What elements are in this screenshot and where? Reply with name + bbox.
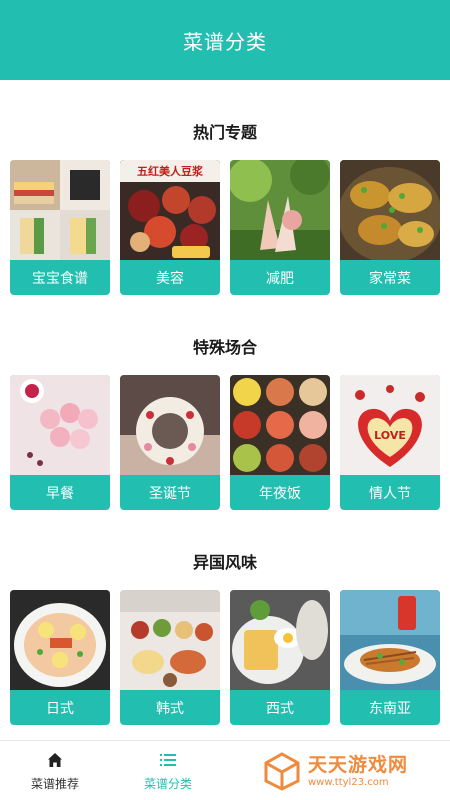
category-label: 韩式 bbox=[156, 700, 184, 717]
page-title: 菜谱分类 bbox=[183, 29, 267, 54]
category-label: 家常菜 bbox=[369, 270, 411, 287]
watermark-logo-icon bbox=[264, 752, 300, 791]
app-header: 菜谱分类 bbox=[0, 0, 450, 80]
sandwich-photo bbox=[10, 160, 110, 260]
category-label: 减肥 bbox=[266, 270, 294, 287]
category-card-valentines[interactable]: LOVE 情人节 bbox=[340, 375, 440, 510]
category-grid-foreign-cuisine: 日式 韩式 西式 东南亚 bbox=[10, 590, 440, 725]
red-beans-photo: 五红美人豆浆 bbox=[120, 160, 220, 260]
category-card-baby-food[interactable]: 宝宝食谱 bbox=[10, 160, 110, 295]
category-card-korean[interactable]: 韩式 bbox=[120, 590, 220, 725]
category-card-new-year-eve[interactable]: 年夜饭 bbox=[230, 375, 330, 510]
category-card-western[interactable]: 西式 bbox=[230, 590, 330, 725]
watermark-url: www.ttyl23.com bbox=[308, 776, 389, 788]
category-card-southeast-asian[interactable]: 东南亚 bbox=[340, 590, 440, 725]
home-icon bbox=[48, 752, 62, 767]
category-card-breakfast[interactable]: 早餐 bbox=[10, 375, 110, 510]
fried-dish-photo bbox=[340, 160, 440, 260]
photo-overlay-text: 五红美人豆浆 bbox=[137, 164, 204, 178]
category-label: 东南亚 bbox=[369, 700, 411, 717]
wreath-cookie-photo bbox=[120, 375, 220, 475]
category-label: 美容 bbox=[156, 270, 184, 287]
category-grid-hot-topics: 宝宝食谱 五红美人豆浆 美容 减肥 家常菜 bbox=[10, 160, 440, 295]
tab-label: 菜谱分类 bbox=[143, 776, 192, 791]
pink-buns-photo bbox=[10, 375, 110, 475]
category-card-diet[interactable]: 减肥 bbox=[230, 160, 330, 295]
category-label: 圣诞节 bbox=[149, 485, 191, 502]
tab-label: 菜谱推荐 bbox=[30, 776, 79, 791]
western-breakfast-photo bbox=[230, 590, 330, 690]
section-title-special-occasions: 特殊场合 bbox=[192, 338, 257, 357]
category-card-beauty[interactable]: 五红美人豆浆 美容 bbox=[120, 160, 220, 295]
category-label: 早餐 bbox=[46, 485, 74, 502]
korean-table-photo bbox=[120, 590, 220, 690]
section-title-foreign-cuisine: 异国风味 bbox=[192, 553, 257, 572]
site-watermark: 天天游戏网 www.ttyl23.com bbox=[262, 748, 442, 794]
watermark-title: 天天游戏网 bbox=[308, 753, 409, 776]
noodle-bowl-photo bbox=[10, 590, 110, 690]
category-label: 西式 bbox=[266, 700, 294, 717]
category-label: 宝宝食谱 bbox=[32, 270, 88, 287]
category-card-home-cooking[interactable]: 家常菜 bbox=[340, 160, 440, 295]
love-petals-photo: LOVE bbox=[340, 375, 440, 475]
category-grid-special-occasions: 早餐 圣诞节 年夜饭 LOVE 情人节 bbox=[10, 375, 440, 510]
tab-recipe-recommend[interactable]: 菜谱推荐 bbox=[0, 741, 110, 800]
category-card-christmas[interactable]: 圣诞节 bbox=[120, 375, 220, 510]
category-label: 情人节 bbox=[369, 485, 411, 502]
category-label: 日式 bbox=[46, 700, 74, 717]
salad-photo bbox=[230, 160, 330, 260]
list-icon bbox=[160, 753, 176, 766]
dish-collage-photo bbox=[230, 375, 330, 475]
section-title-hot-topics: 热门专题 bbox=[192, 123, 257, 142]
photo-overlay-text: LOVE bbox=[374, 429, 406, 442]
category-card-japanese[interactable]: 日式 bbox=[10, 590, 110, 725]
southeast-noodles-photo bbox=[340, 590, 440, 690]
category-label: 年夜饭 bbox=[259, 485, 301, 502]
tab-recipe-categories[interactable]: 菜谱分类 bbox=[113, 741, 223, 800]
